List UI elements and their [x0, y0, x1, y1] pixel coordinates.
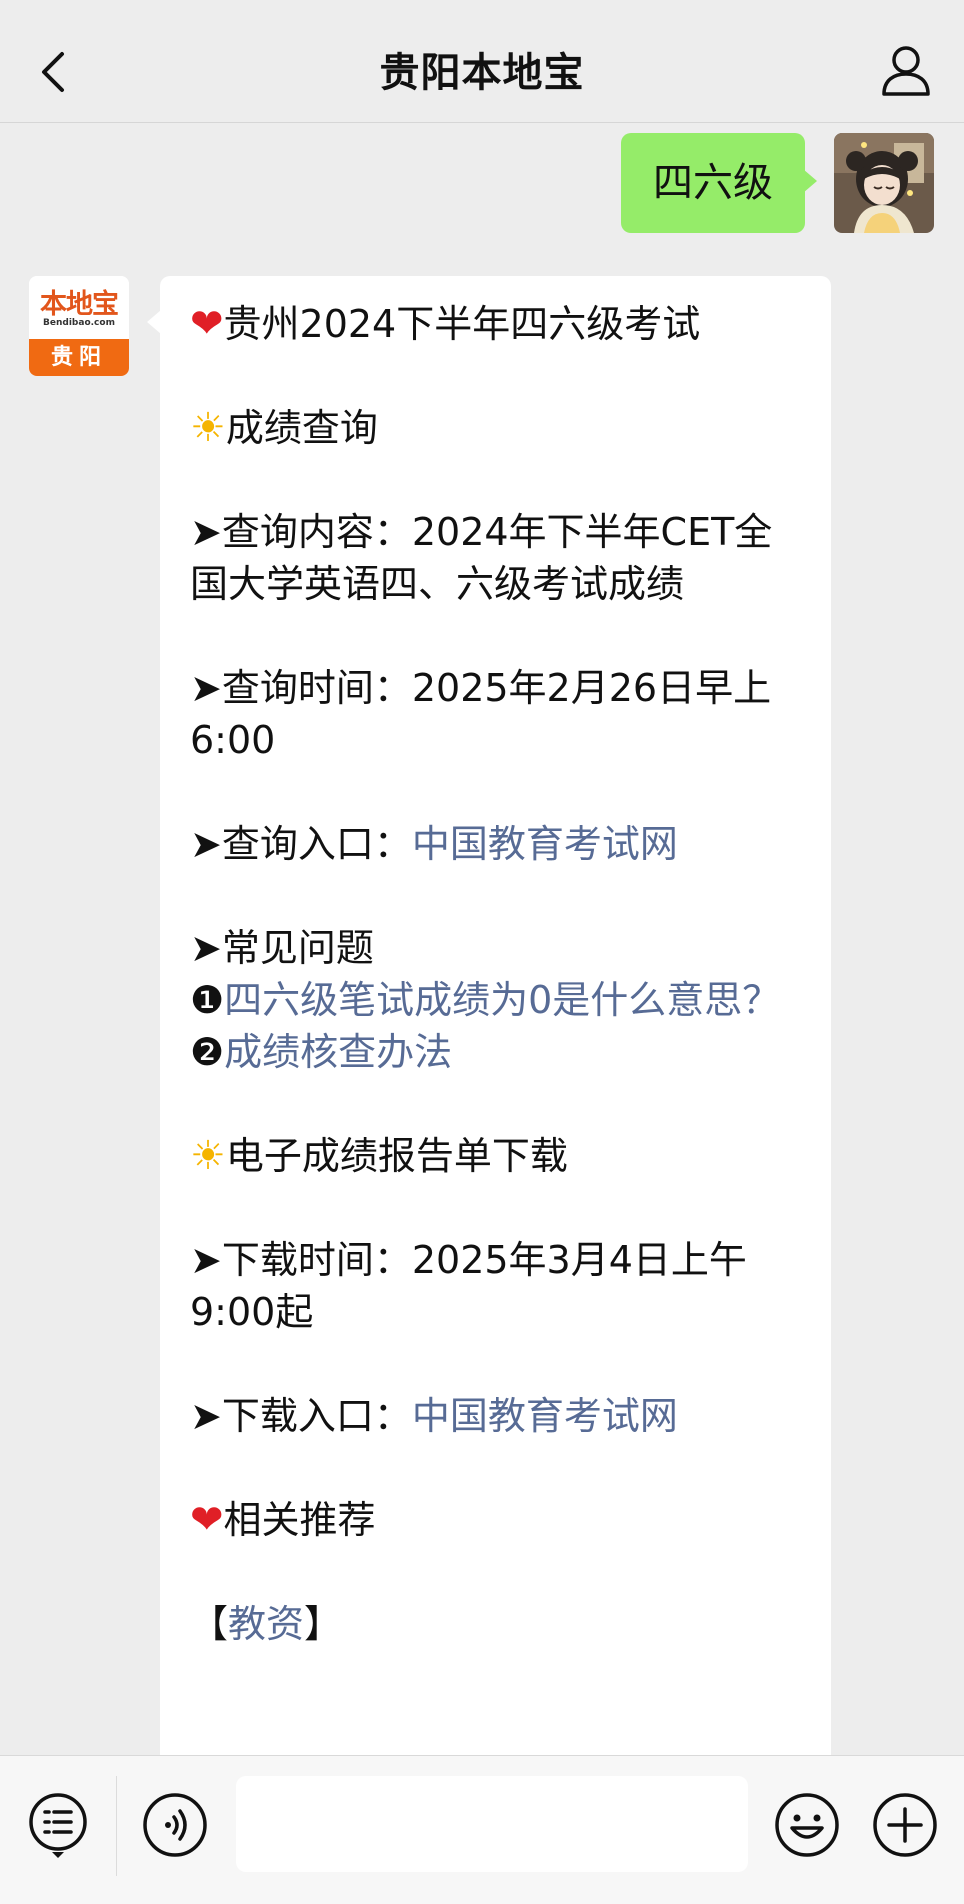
user-avatar[interactable]	[834, 133, 934, 233]
message-body: ❤贵州2024下半年四六级考试 ☀成绩查询 ➤查询内容：2024年下半年CET全…	[190, 298, 810, 1650]
list-menu-icon	[29, 1793, 87, 1858]
message-title: 贵州2024下半年四六级考试	[223, 302, 701, 346]
user-avatar-illustration	[834, 133, 934, 233]
query-time-line: ➤查询时间：2025年2月26日早上6:00	[190, 662, 810, 766]
logo-city: 贵阳	[29, 339, 129, 376]
heart-icon: ❤	[190, 301, 224, 347]
incoming-message-bubble[interactable]: ❤贵州2024下半年四六级考试 ☀成绩查询 ➤查询内容：2024年下半年CET全…	[147, 276, 831, 1755]
section-query-line: ☀成绩查询	[190, 402, 810, 454]
bracket-close: 】	[304, 1602, 343, 1646]
section-download-line: ☀电子成绩报告单下载	[190, 1130, 810, 1182]
person-icon	[882, 46, 930, 96]
faq-link-score-review[interactable]: 成绩核查办法	[224, 1030, 452, 1074]
heart-icon: ❤	[190, 1497, 224, 1543]
plus-icon	[873, 1793, 937, 1857]
official-account-avatar[interactable]: 本地宝 Bendibao.com 贵阳	[29, 276, 129, 376]
page-title: 贵阳本地宝	[379, 50, 585, 96]
query-content-line: ➤查询内容：2024年下半年CET全国大学英语四、六级考试成绩	[190, 506, 810, 610]
faq-item-2: ❷成绩核查办法	[190, 1026, 810, 1078]
query-entry-line: ➤查询入口：中国教育考试网	[190, 818, 810, 870]
section-download: 电子成绩报告单下载	[225, 1134, 568, 1178]
emoji-button[interactable]	[774, 1792, 840, 1858]
input-toolbar	[0, 1755, 964, 1904]
section-recommend: 相关推荐	[223, 1498, 376, 1542]
logo-domain: Bendibao.com	[43, 318, 115, 328]
message-input[interactable]	[236, 1776, 748, 1872]
section-recommend-line: ❤相关推荐	[190, 1494, 810, 1546]
faq-label: ➤常见问题	[190, 926, 374, 970]
query-content-label: ➤查询内容：	[190, 510, 412, 554]
outgoing-message-bubble[interactable]: 四六级	[621, 133, 817, 233]
menu-button[interactable]	[26, 1790, 90, 1860]
outgoing-message-text: 四六级	[653, 160, 773, 206]
message-title-line: ❤贵州2024下半年四六级考试	[190, 298, 810, 350]
query-time-label: ➤查询时间：	[190, 666, 412, 710]
recommend-item-1: 【教资】	[190, 1598, 810, 1650]
bracket-open: 【	[190, 1602, 229, 1646]
sun-icon: ☀	[190, 405, 226, 451]
download-time-label: ➤下载时间：	[190, 1238, 412, 1282]
voice-icon	[143, 1793, 207, 1857]
chat-area[interactable]: 四六级 本地宝 Bendibao.com 贵阳 ❤贵州2024下半年四六级考试	[0, 123, 964, 1755]
profile-button[interactable]	[876, 40, 936, 100]
faq-item-1: ❶四六级笔试成绩为0是什么意思？	[190, 974, 810, 1026]
download-entry-link[interactable]: 中国教育考试网	[412, 1394, 678, 1438]
emoji-icon	[775, 1793, 839, 1857]
download-time-line: ➤下载时间：2025年3月4日上午9:00起	[190, 1234, 810, 1338]
faq-link-score-zero[interactable]: 四六级笔试成绩为0是什么意思？	[224, 978, 780, 1022]
section-query: 成绩查询	[225, 406, 378, 450]
logo-text: 本地宝	[40, 289, 119, 320]
download-entry-line: ➤下载入口：中国教育考试网	[190, 1390, 810, 1442]
query-entry-link[interactable]: 中国教育考试网	[412, 822, 678, 866]
faq-number-2: ❷	[190, 1030, 225, 1074]
recommend-link-jiaozi[interactable]: 教资	[228, 1602, 304, 1646]
toolbar-divider	[116, 1776, 117, 1876]
faq-number-1: ❶	[190, 978, 225, 1022]
voice-button[interactable]	[142, 1792, 208, 1858]
navigation-bar: 贵阳本地宝	[0, 0, 964, 123]
sun-icon: ☀	[190, 1133, 226, 1179]
more-button[interactable]	[872, 1792, 938, 1858]
download-entry-label: ➤下载入口：	[190, 1394, 412, 1438]
query-entry-label: ➤查询入口：	[190, 822, 412, 866]
